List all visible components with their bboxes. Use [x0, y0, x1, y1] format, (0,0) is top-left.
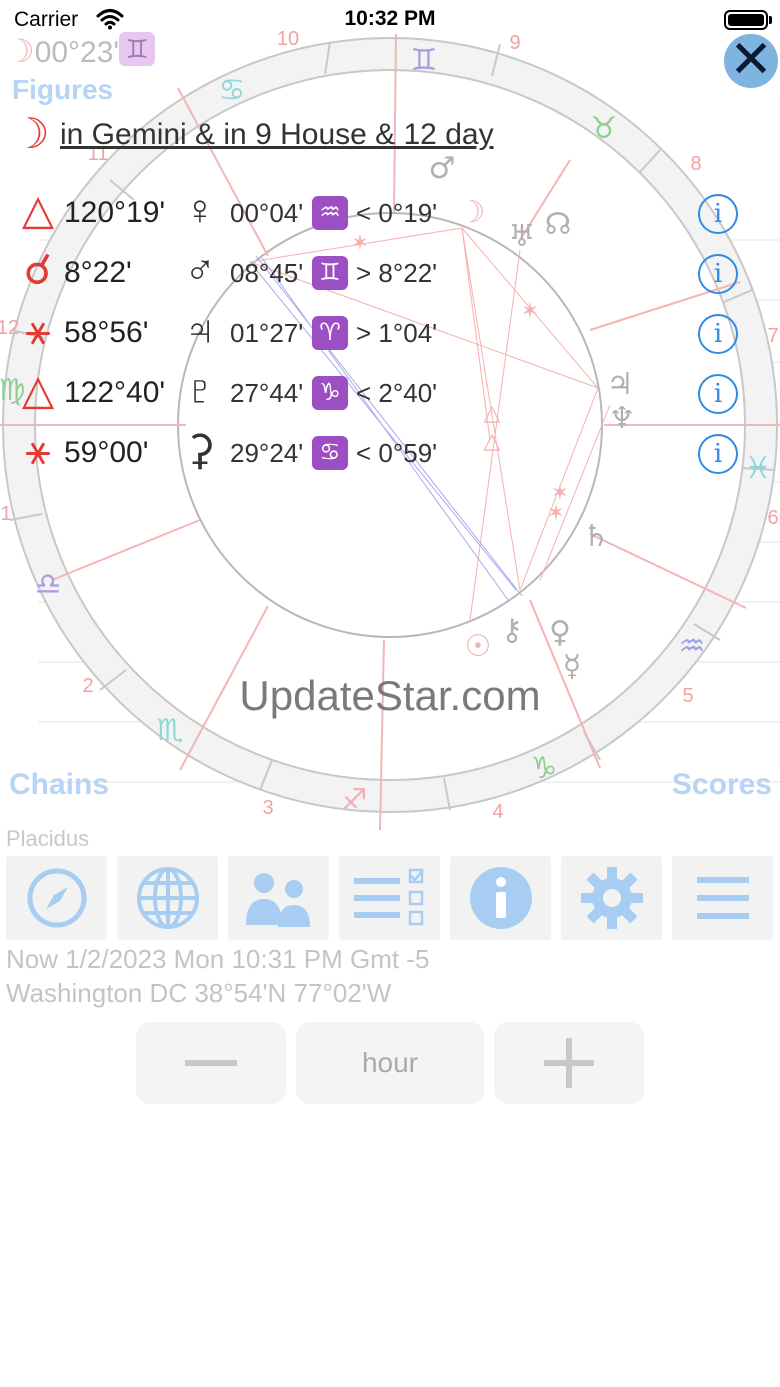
aspect-orb: < 0°19'	[356, 198, 438, 228]
aspect-row[interactable]: △ 122°40' ♇ 27°44' ♑ < 2°40' i	[0, 364, 780, 420]
aspect-angle: 8°22'	[64, 256, 132, 289]
aries-badge: ♈	[312, 316, 348, 350]
globe-button[interactable]	[117, 856, 218, 940]
aspect-orb: < 2°40'	[356, 378, 438, 408]
house-number-3: 3	[262, 797, 273, 819]
planet-position: 01°27'	[230, 318, 304, 348]
cancer-badge: ♋	[312, 436, 348, 470]
planet-position: 29°24'	[230, 438, 304, 468]
globe-icon	[136, 867, 199, 929]
figures-section-title: Figures	[12, 74, 114, 105]
decrement-button[interactable]	[136, 1022, 286, 1104]
moon-icon: ☽	[6, 33, 35, 69]
info-button[interactable]: i	[698, 194, 738, 234]
menu-icon	[696, 877, 749, 919]
sextile-icon: ⚹	[25, 306, 51, 353]
taurus-icon: ♉	[591, 111, 618, 146]
aspect-row[interactable]: ⚹ 58°56' ♃ 01°27' ♈ > 1°04' i	[0, 304, 780, 360]
house-number-4: 4	[492, 801, 503, 823]
chart-date[interactable]: Now 1/2/2023 Mon 10:31 PM Gmt -5	[6, 944, 429, 975]
trine-icon: △	[21, 186, 55, 233]
aspect-orb: > 8°22'	[356, 258, 438, 288]
compass-button[interactable]	[6, 856, 107, 940]
sagittarius-icon: ♐	[341, 783, 368, 818]
aspect-row[interactable]: ☌ 8°22' ♂ 08°45' ♊ > 8°22' i	[0, 244, 780, 300]
jupiter-icon: ♃	[184, 306, 216, 353]
venus-icon: ♀	[184, 186, 216, 233]
chart-place[interactable]: Washington DC 38°54'N 77°02'W	[6, 978, 391, 1009]
house-number-1: 1	[0, 503, 11, 525]
sun-icon: ☉	[465, 629, 492, 664]
moon-position: 00°23'	[34, 36, 120, 69]
checklist-icon	[353, 868, 423, 926]
gear-icon	[580, 867, 643, 929]
moon-icon-large: ☽	[12, 110, 50, 157]
compass-icon	[27, 868, 86, 928]
pluto-icon: ♇	[184, 366, 216, 413]
gemini-badge: ♊	[312, 256, 348, 290]
house-number-9: 9	[509, 32, 520, 54]
info-icon	[469, 867, 532, 929]
aspect-angle: 59°00'	[64, 436, 149, 469]
moon-position-header: ☽00°23' ♊	[6, 32, 156, 70]
close-button[interactable]: ✕	[724, 34, 778, 88]
plus-icon	[544, 1038, 594, 1088]
chains-tab[interactable]: Chains	[9, 768, 109, 802]
venus-icon: ♀	[549, 615, 571, 650]
house-number-10: 10	[277, 28, 299, 50]
aspect-angle: 120°19'	[64, 196, 166, 229]
ceres-icon: ⚳	[184, 426, 216, 473]
trine-icon: △	[21, 366, 55, 413]
aspect-orb: < 0°59'	[356, 438, 438, 468]
aspect-row[interactable]: ⚹ 59°00' ⚳ 29°24' ♋ < 0°59' i	[0, 424, 780, 480]
planet-position: 27°44'	[230, 378, 304, 408]
conjunction-icon: ☌	[23, 246, 53, 293]
toolbar	[6, 856, 776, 940]
settings-button[interactable]	[561, 856, 662, 940]
minus-icon	[185, 1060, 237, 1066]
sextile-icon: ⚹	[25, 426, 51, 473]
figure-title-link[interactable]: in Gemini & in 9 House & 12 day	[60, 118, 494, 152]
people-icon	[245, 873, 310, 927]
gemini-icon: ♊	[411, 43, 438, 78]
chiron-icon: ⚷	[501, 613, 523, 648]
time-unit-selector[interactable]: hour	[296, 1022, 484, 1104]
info-button[interactable]: i	[698, 434, 738, 474]
menu-button[interactable]	[672, 856, 773, 940]
info-button[interactable]: i	[698, 314, 738, 354]
house-number-6: 6	[767, 507, 778, 529]
scores-tab[interactable]: Scores	[672, 768, 772, 802]
house-number-8: 8	[690, 153, 701, 175]
info-toolbar-button[interactable]	[450, 856, 551, 940]
time-unit-label: hour	[361, 1047, 419, 1078]
mars-icon: ♂	[429, 151, 456, 186]
info-button[interactable]: i	[698, 374, 738, 414]
planet-position: 00°04'	[230, 198, 304, 228]
planet-position: 08°45'	[230, 258, 304, 288]
aspect-orb: > 1°04'	[356, 318, 438, 348]
aquarius-badge: ♒	[312, 196, 348, 230]
aspect-angle: 58°56'	[64, 316, 149, 349]
house-system-label: Placidus	[6, 826, 90, 851]
aquarius-icon: ♒	[679, 629, 706, 664]
mars-icon: ♂	[184, 246, 216, 293]
people-button[interactable]	[228, 856, 329, 940]
watermark: UpdateStar.com	[239, 672, 541, 719]
svg-text:✶: ✶	[547, 501, 565, 526]
gemini-badge: ♊	[119, 32, 156, 66]
checklist-button[interactable]	[339, 856, 440, 940]
cancer-icon: ♋	[219, 73, 246, 108]
capricorn-icon: ♑	[531, 751, 558, 786]
saturn-icon: ♄	[583, 519, 610, 554]
capricorn-badge: ♑	[312, 376, 348, 410]
info-button[interactable]: i	[698, 254, 738, 294]
libra-icon: ♎	[35, 567, 62, 602]
increment-button[interactable]	[494, 1022, 644, 1104]
aspect-angle: 122°40'	[64, 376, 166, 409]
aspect-row[interactable]: △ 120°19' ♀ 00°04' ♒ < 0°19' i	[0, 184, 780, 240]
